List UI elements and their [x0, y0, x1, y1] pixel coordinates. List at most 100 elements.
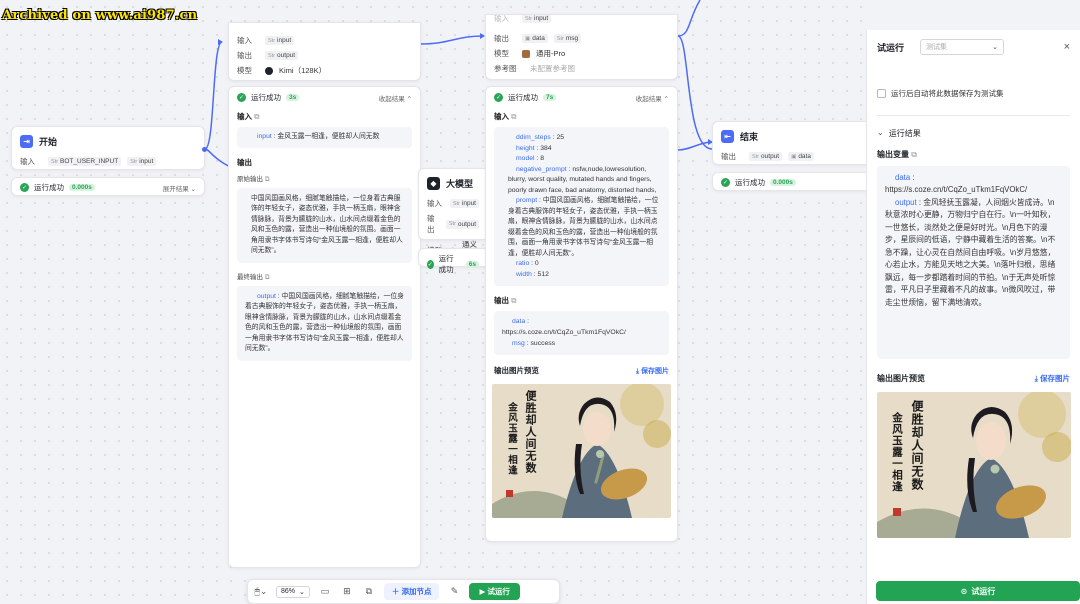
watermark-text: Archived on www.ai987.cn	[2, 8, 198, 23]
param-row: prompt : 中国风国画风格，细腻笔触描绘，一位身着古典服饰的年轻女子，姿态…	[508, 197, 659, 257]
start-status-text: 运行成功	[34, 183, 64, 192]
param-row: model : 8	[516, 155, 544, 163]
image-time-badge: 7s	[543, 94, 557, 101]
success-icon: ✓	[721, 178, 730, 187]
minimap-icon[interactable]: ⧉	[362, 585, 376, 599]
final-output-label: 最终输出 ⧉	[237, 273, 270, 281]
param-row: negative_prompt : nsfw,nude,lowresolutio…	[508, 165, 657, 194]
panel-title: 试运行	[877, 42, 905, 53]
start-node-title: 开始	[39, 137, 58, 147]
collapse-result-button[interactable]: 收起结果 ⌃	[379, 93, 412, 103]
save-testset-checkbox[interactable]	[877, 89, 886, 98]
panel-image-preview[interactable]: 便胜却人间无数 金风玉露一相逢	[877, 391, 1071, 538]
close-icon[interactable]: ×	[1064, 41, 1070, 53]
success-icon: ✓	[237, 93, 246, 102]
start-status-bar: ✓ 运行成功 0.000s 展开结果 ⌄	[11, 177, 205, 196]
image-params-box: ddim_steps : 25 height : 384 model : 8 nega…	[494, 127, 669, 287]
image-output-row: 输出 ▣ data Str msg	[486, 31, 677, 46]
mouse-mode-icon[interactable]: 🖱︎⌄	[254, 585, 268, 599]
run-result-toggle[interactable]: ⌄ 运行结果	[867, 116, 1080, 143]
chevron-down-icon: ⌄	[877, 128, 884, 137]
panel-poem-column-2: 金风玉露一相逢	[891, 411, 903, 493]
image-output-heading: 输出 ⧉	[494, 296, 517, 306]
llm2-input-row: 输入 Str input	[419, 196, 487, 211]
copy-icon: ⧉	[911, 150, 917, 159]
generated-image-preview[interactable]: 便胜却人间无数 金风玉露一相逢	[492, 384, 671, 519]
layout-icon[interactable]: ⊞	[340, 585, 354, 599]
portrait-artwork	[492, 384, 671, 519]
start-output-handle[interactable]	[202, 147, 207, 152]
output-variable-label: 输出变量 ⧉	[877, 150, 917, 159]
success-icon: ✓	[494, 93, 503, 102]
copy-icon: ⧉	[511, 112, 517, 121]
param-row: height : 384	[516, 144, 552, 152]
copy-icon: ⧉	[511, 296, 517, 306]
llm1-input-row: 输入 Str input	[229, 23, 420, 48]
test-run-panel: 试运行 测试集 ⌄ × 运行后自动将此数据保存为测试集 ⌄ 运行结果 输出变量 ⧉…	[866, 30, 1080, 604]
toolbar-run-button[interactable]: ▶ 试运行	[469, 583, 520, 600]
end-status-bar: ✓ 运行成功 0.000s	[712, 172, 866, 191]
add-node-button[interactable]: ＋ 添加节点	[383, 583, 440, 600]
image-input-heading: 输入 ⧉	[494, 112, 517, 121]
param-row: ratio : 0	[516, 260, 539, 268]
start-input-label: 输入	[20, 157, 35, 166]
success-icon: ✓	[20, 183, 29, 192]
final-output-box: output : 中国风国画风格，细腻笔触描绘，一位身着古典服饰的年轻女子，姿态…	[237, 285, 412, 361]
poem-column-2: 金风玉露一相逢	[506, 402, 517, 476]
param-tag: Str BOT_USER_INPUT	[48, 157, 122, 166]
end-icon: ⇤	[721, 130, 734, 143]
llm2-node[interactable]: ◆ 大模型 输入 Strinput 输出 Stroutput 模型 ✿ 通义千	[418, 168, 488, 260]
end-output-row: 输出 Str output ▣ data	[713, 149, 866, 164]
llm2-status-bar: ✓ 运行成功 6s	[418, 248, 488, 274]
raw-output-label: 原始输出 ⧉	[237, 175, 270, 183]
llm1-input-heading: 输入 ⧉	[237, 112, 260, 121]
comment-icon[interactable]: ▭	[318, 585, 332, 599]
start-node-header: ⇥ 开始	[12, 127, 204, 154]
save-as-testset-row[interactable]: 运行后自动将此数据保存为测试集	[867, 88, 1080, 99]
param-type-tag: Str input	[127, 157, 157, 166]
zoom-select[interactable]: 86% ⌄	[276, 585, 310, 598]
image-input-row: 输入 Str input	[486, 15, 677, 24]
test-run-button[interactable]: ⊙ 试运行	[876, 581, 1080, 601]
panel-image-preview-label: 输出图片预览	[877, 373, 925, 383]
param-row: width : 512	[516, 270, 549, 278]
llm1-time-badge: 3s	[286, 94, 300, 101]
start-icon: ⇥	[20, 135, 33, 148]
image-gen-node[interactable]: 输入 Str input 输出 ▣ data Str msg 模型 通用-Pro 参考…	[485, 14, 678, 80]
llm1-status: 运行成功	[251, 93, 281, 102]
llm1-node[interactable]: 输入 Str input 输出 Str output 模型 Kimi（128K）	[228, 22, 421, 81]
save-image-button[interactable]: ⤓ 保存图片	[636, 366, 669, 376]
save-testset-label: 运行后自动将此数据保存为测试集	[891, 89, 1004, 98]
llm2-title: 大模型	[446, 179, 474, 189]
llm2-output-row: 输出 Str output	[419, 211, 487, 237]
param-row: ddim_steps : 25	[516, 134, 564, 141]
copy-icon: ⧉	[264, 175, 270, 183]
start-input-row: 输入 Str BOT_USER_INPUT Str input	[12, 154, 204, 169]
image-ref-row: 参考图 未配置参考图	[494, 64, 575, 73]
debug-icon[interactable]: ✎	[447, 585, 461, 599]
collapse-result-button[interactable]: 收起结果 ⌃	[636, 93, 669, 103]
end-node[interactable]: ⇤ 结束 输出 Str output ▣ data	[712, 121, 866, 165]
copy-icon: ⧉	[254, 112, 260, 121]
image-result-panel: ✓ 运行成功 7s 收起结果 ⌃ 输入 ⧉ ddim_steps : 25 hei…	[485, 86, 678, 542]
kimi-icon	[265, 66, 273, 75]
llm1-result-panel: ✓ 运行成功 3s 收起结果 ⌃ 输入 ⧉ input : 金风玉露一相逢，便胜…	[228, 86, 421, 568]
workflow-canvas[interactable]: Archived on www.ai987.cn ⇥ 开始 输入 Str BOT_…	[0, 0, 866, 604]
llm1-model: Kimi（128K）	[279, 66, 327, 75]
start-node[interactable]: ⇥ 开始 输入 Str BOT_USER_INPUT Str input	[11, 126, 207, 170]
test-set-select[interactable]: 测试集 ⌄	[920, 39, 1005, 55]
llm1-output-row: 输出 Str output	[229, 48, 420, 63]
portrait-artwork	[877, 391, 1071, 538]
panel-save-image-button[interactable]: ⤓ 保存图片	[1035, 373, 1070, 384]
end-node-title: 结束	[740, 132, 759, 142]
expand-result-button[interactable]: 展开结果 ⌄	[163, 183, 196, 193]
output-variable-box: data : https://s.coze.cn/t/CqZo_uTkm1FqV…	[877, 166, 1070, 359]
canvas-toolbar: 🖱︎⌄ 86% ⌄ ▭ ⊞ ⧉ ＋ 添加节点 ✎ ▶ 试运行	[247, 579, 560, 604]
llm1-output-heading: 输出	[237, 157, 252, 167]
llm1-model-row: 模型 Kimi（128K）	[237, 66, 327, 75]
panel-poem-column-1: 便胜却人间无数	[910, 399, 924, 491]
image-preview-label: 输出图片预览	[494, 366, 539, 376]
image-status: 运行成功	[508, 93, 538, 102]
image-model-row: 模型 通用-Pro	[494, 49, 566, 58]
copy-icon: ⧉	[264, 273, 270, 281]
